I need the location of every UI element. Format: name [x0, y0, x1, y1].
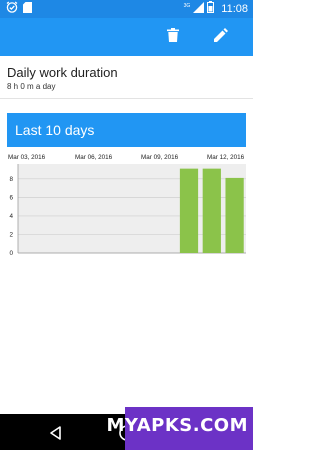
- watermark-text: MYAPKS.COM: [106, 415, 248, 436]
- back-icon[interactable]: [48, 425, 64, 441]
- bar-mar-10: [179, 168, 199, 253]
- battery-icon: [207, 0, 215, 18]
- y-tick-label: 0: [9, 250, 13, 257]
- bar-mar-12: [225, 177, 244, 253]
- chart-svg: Mar 03, 2016 Mar 06, 2016 Mar 09, 2016 Mar …: [8, 154, 246, 257]
- duration-chart: Mar 03, 2016 Mar 06, 2016 Mar 09, 2016 Mar …: [0, 150, 253, 260]
- task-header: Daily work duration 8 h 0 m a day: [0, 56, 253, 99]
- y-tick-label: 4: [9, 213, 13, 220]
- watermark: MYAPKS.COM: [106, 407, 253, 450]
- bar-mar-11: [202, 168, 221, 253]
- sd-card-icon: [23, 0, 32, 18]
- task-goal: 8 h 0 m a day: [7, 82, 56, 91]
- y-tick-label: 2: [9, 232, 13, 239]
- x-tick-label: Mar 09, 2016: [141, 154, 179, 161]
- x-tick-label: Mar 03, 2016: [8, 154, 46, 161]
- x-tick-label: Mar 12, 2016: [207, 154, 245, 161]
- pencil-icon: [214, 27, 228, 47]
- y-tick-label: 8: [9, 176, 13, 183]
- signal-icon: [193, 0, 205, 18]
- status-right: 3G 11:08: [183, 0, 248, 18]
- status-bar: 3G 11:08: [0, 0, 253, 18]
- alarm-check-icon: [6, 0, 18, 18]
- y-tick-label: 6: [9, 195, 13, 202]
- section-banner: Last 10 days: [7, 113, 246, 147]
- app-bar: [0, 18, 253, 56]
- task-title: Daily work duration: [7, 65, 118, 80]
- screen: 3G 11:08 Daily work duration 8 h 0 m a d…: [0, 0, 253, 450]
- delete-button[interactable]: [163, 27, 183, 47]
- status-clock: 11:08: [221, 3, 248, 15]
- trash-icon: [167, 27, 179, 47]
- section-title: Last 10 days: [15, 122, 95, 138]
- x-tick-label: Mar 06, 2016: [75, 154, 113, 161]
- status-left: [6, 0, 32, 18]
- edit-button[interactable]: [211, 27, 231, 47]
- network-type-label: 3G: [183, 3, 191, 9]
